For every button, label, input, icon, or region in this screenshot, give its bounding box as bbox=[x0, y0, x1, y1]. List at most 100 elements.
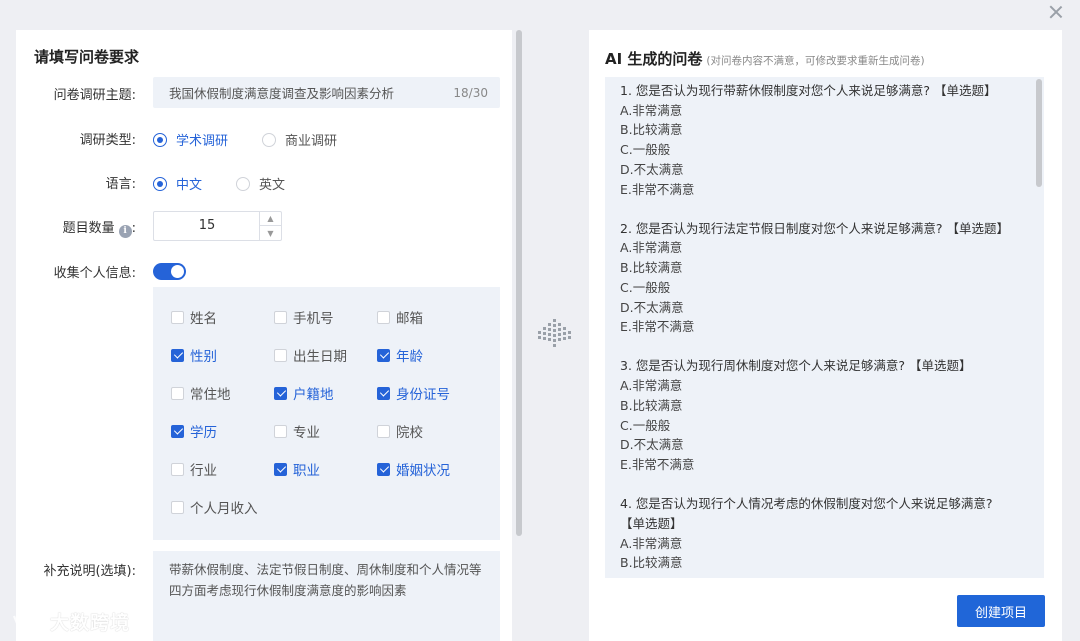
checkbox-empty-icon bbox=[274, 424, 287, 438]
survey-type-label: 调研类型: bbox=[79, 133, 136, 148]
question-count-stepper[interactable]: 15 ▲ ▼ bbox=[153, 211, 282, 241]
checkbox-label: 学历 bbox=[190, 425, 217, 441]
checkbox-checked-icon bbox=[274, 462, 287, 476]
checkbox-empty-icon bbox=[274, 348, 287, 362]
checkbox-field[interactable]: 年龄 bbox=[377, 345, 423, 365]
checkbox-field[interactable]: 职业 bbox=[274, 459, 320, 479]
checkbox-label: 年龄 bbox=[396, 349, 423, 365]
result-header: AI 生成的问卷 (对问卷内容不满意，可修改要求重新生成问卷) bbox=[605, 48, 925, 69]
checkbox-field[interactable]: 院校 bbox=[377, 421, 423, 441]
checkbox-field[interactable]: 邮箱 bbox=[377, 307, 423, 327]
question-option: B.比较满意 bbox=[620, 555, 683, 571]
checkbox-empty-icon bbox=[171, 462, 184, 476]
stepper-arrows: ▲ ▼ bbox=[259, 212, 281, 240]
question-option: E.非常不满意 bbox=[620, 319, 695, 335]
radio-business[interactable]: 商业调研 bbox=[262, 130, 337, 149]
question-option: D.不太满意 bbox=[620, 437, 684, 453]
topic-input[interactable]: 我国休假制度满意度调查及影响因素分析 18/30 bbox=[153, 77, 500, 108]
question-stem: 2. 您是否认为现行法定节假日制度对您个人来说足够满意? 【单选题】 bbox=[620, 220, 1010, 236]
result-panel: AI 生成的问卷 (对问卷内容不满意，可修改要求重新生成问卷) 1. 您是否认为现… bbox=[589, 30, 1062, 641]
radio-dot bbox=[262, 132, 277, 147]
panel-title: 请填写问卷要求 bbox=[34, 48, 140, 66]
close-icon[interactable] bbox=[1048, 4, 1064, 20]
checkbox-label: 邮箱 bbox=[396, 311, 423, 327]
checkbox-label: 户籍地 bbox=[293, 387, 334, 403]
checkbox-label: 专业 bbox=[293, 425, 320, 441]
checkbox-field[interactable]: 姓名 bbox=[171, 307, 217, 327]
note-textarea[interactable]: 带薪休假制度、法定节假日制度、周休制度和个人情况等四方面考虑现行休假制度满意度的… bbox=[153, 551, 500, 641]
checkbox-field[interactable]: 学历 bbox=[171, 421, 217, 441]
checkbox-label: 出生日期 bbox=[293, 349, 347, 365]
question-count-text: 题目数量 bbox=[62, 221, 115, 236]
radio-dot bbox=[153, 176, 167, 191]
checkbox-field[interactable]: 身份证号 bbox=[377, 383, 450, 403]
checkbox-checked-icon bbox=[171, 348, 184, 362]
question-option: E.非常不满意 bbox=[620, 456, 695, 472]
question-item: 1. 您是否认为现行带薪休假制度对您个人来说足够满意? 【单选题】 A.非常满意 B… bbox=[620, 81, 1020, 199]
topic-label: 问卷调研主题: bbox=[53, 88, 136, 103]
collect-personal-toggle[interactable] bbox=[153, 263, 186, 280]
checkbox-label: 姓名 bbox=[190, 311, 217, 327]
checkbox-field[interactable]: 专业 bbox=[274, 421, 320, 441]
question-stem: 3. 您是否认为现行周休制度对您个人来说足够满意? 【单选题】 bbox=[620, 358, 972, 374]
question-stem: 1. 您是否认为现行带薪休假制度对您个人来说足够满意? 【单选题】 bbox=[620, 83, 997, 98]
chevron-down-icon[interactable]: ▼ bbox=[260, 226, 281, 240]
collect-personal-label: 收集个人信息: bbox=[53, 266, 136, 281]
chevron-up-icon[interactable]: ▲ bbox=[260, 212, 281, 226]
radio-dot bbox=[153, 132, 167, 147]
result-title: AI 生成的问卷 bbox=[605, 50, 703, 68]
checkbox-label: 院校 bbox=[396, 425, 423, 441]
question-item: 2. 您是否认为现行法定节假日制度对您个人来说足够满意? 【单选题】 A.非常满意… bbox=[620, 219, 1020, 337]
checkbox-field[interactable]: 个人月收入 bbox=[171, 497, 258, 517]
question-option: E.非常不满意 bbox=[620, 181, 695, 197]
checkbox-field[interactable]: 常住地 bbox=[171, 383, 231, 403]
checkbox-label: 行业 bbox=[190, 463, 217, 479]
question-option: A.非常满意 bbox=[620, 378, 683, 394]
checkbox-empty-icon bbox=[171, 386, 184, 400]
question-count-value[interactable]: 15 bbox=[154, 212, 260, 240]
language-label: 语言: bbox=[105, 177, 136, 192]
toggle-knob bbox=[171, 265, 184, 278]
questionnaire-preview[interactable]: 1. 您是否认为现行带薪休假制度对您个人来说足够满意? 【单选题】 A.非常满意 B… bbox=[605, 77, 1044, 578]
result-subtitle: (对问卷内容不满意，可修改要求重新生成问卷) bbox=[706, 55, 925, 67]
radio-chinese[interactable]: 中文 bbox=[153, 174, 202, 193]
question-item: 3. 您是否认为现行周休制度对您个人来说足够满意? 【单选题】 A.非常满意 B.比… bbox=[620, 356, 1020, 474]
question-option: B.比较满意 bbox=[620, 122, 683, 138]
watermark-logo-icon bbox=[12, 615, 46, 631]
radio-label: 英文 bbox=[259, 178, 286, 193]
topic-value: 我国休假制度满意度调查及影响因素分析 bbox=[169, 86, 395, 101]
checkbox-field[interactable]: 性别 bbox=[171, 345, 217, 365]
survey-type-radio-group: 学术调研 商业调研 bbox=[153, 130, 371, 149]
question-option: C.一般般 bbox=[620, 279, 671, 295]
question-option: A.非常满意 bbox=[620, 240, 683, 256]
topic-char-counter: 18/30 bbox=[453, 85, 488, 100]
radio-label: 中文 bbox=[176, 178, 203, 193]
checkbox-checked-icon bbox=[377, 348, 390, 362]
question-option: D.不太满意 bbox=[620, 299, 684, 315]
ai-generate-icon bbox=[538, 319, 571, 347]
left-scrollbar[interactable] bbox=[515, 30, 523, 641]
scrollbar-thumb[interactable] bbox=[516, 30, 522, 536]
preview-scrollbar-thumb[interactable] bbox=[1036, 79, 1042, 187]
info-icon[interactable]: i bbox=[118, 225, 132, 238]
checkbox-field[interactable]: 户籍地 bbox=[274, 383, 334, 403]
checkbox-checked-icon bbox=[377, 386, 390, 400]
checkbox-checked-icon bbox=[171, 424, 184, 438]
radio-academic[interactable]: 学术调研 bbox=[153, 130, 228, 149]
checkbox-field[interactable]: 婚姻状况 bbox=[377, 459, 450, 479]
question-list: 1. 您是否认为现行带薪休假制度对您个人来说足够满意? 【单选题】 A.非常满意 B… bbox=[620, 81, 1020, 578]
watermark: 大数跨境 bbox=[10, 608, 130, 635]
checkbox-empty-icon bbox=[171, 500, 184, 514]
question-option: D.不太满意 bbox=[620, 161, 684, 177]
question-option: A.非常满意 bbox=[620, 102, 683, 118]
create-project-button[interactable]: 创建项目 bbox=[957, 595, 1045, 627]
checkbox-label: 手机号 bbox=[293, 311, 334, 327]
radio-label: 商业调研 bbox=[285, 134, 338, 149]
checkbox-empty-icon bbox=[171, 310, 184, 324]
checkbox-field[interactable]: 手机号 bbox=[274, 307, 334, 327]
checkbox-label: 职业 bbox=[293, 463, 320, 479]
note-label: 补充说明(选填): bbox=[43, 564, 136, 579]
radio-english[interactable]: 英文 bbox=[236, 174, 285, 193]
checkbox-field[interactable]: 行业 bbox=[171, 459, 217, 479]
checkbox-field[interactable]: 出生日期 bbox=[274, 345, 347, 365]
